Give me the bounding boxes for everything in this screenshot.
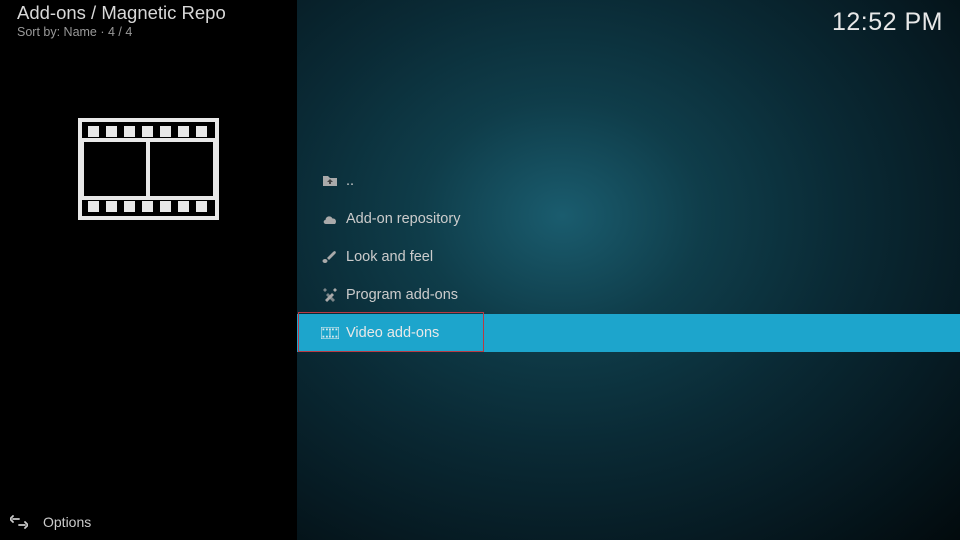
paint-icon	[314, 250, 346, 264]
list-item-program-addons[interactable]: Program add-ons	[297, 276, 960, 314]
sort-info: Sort by: Name · 4 / 4	[17, 25, 132, 39]
footer-options[interactable]: Options	[0, 504, 297, 540]
list-item-label: Add-on repository	[346, 211, 460, 227]
footer-label: Options	[43, 514, 91, 530]
clock: 12:52 PM	[832, 8, 943, 37]
list-item-addon-repository[interactable]: Add-on repository	[297, 200, 960, 238]
main-panel: 12:52 PM .. Add-on repository	[297, 0, 960, 540]
tools-icon	[314, 287, 346, 303]
list-item-video-addons[interactable]: Video add-ons	[297, 314, 960, 352]
list-item-label: Video add-ons	[346, 325, 439, 341]
addon-list: .. Add-on repository Look and feel	[297, 162, 960, 352]
list-item-label: Look and feel	[346, 249, 433, 265]
breadcrumb: Add-ons / Magnetic Repo	[17, 2, 226, 24]
film-icon	[314, 327, 346, 339]
list-item-parent[interactable]: ..	[297, 162, 960, 200]
list-item-label: Program add-ons	[346, 287, 458, 303]
list-item-label: ..	[346, 173, 354, 189]
options-icon	[10, 514, 28, 530]
list-item-look-and-feel[interactable]: Look and feel	[297, 238, 960, 276]
sidebar: Add-ons / Magnetic Repo Sort by: Name · …	[0, 0, 297, 540]
cloud-icon	[314, 213, 346, 225]
category-preview-icon	[78, 118, 219, 225]
folder-up-icon	[314, 174, 346, 188]
